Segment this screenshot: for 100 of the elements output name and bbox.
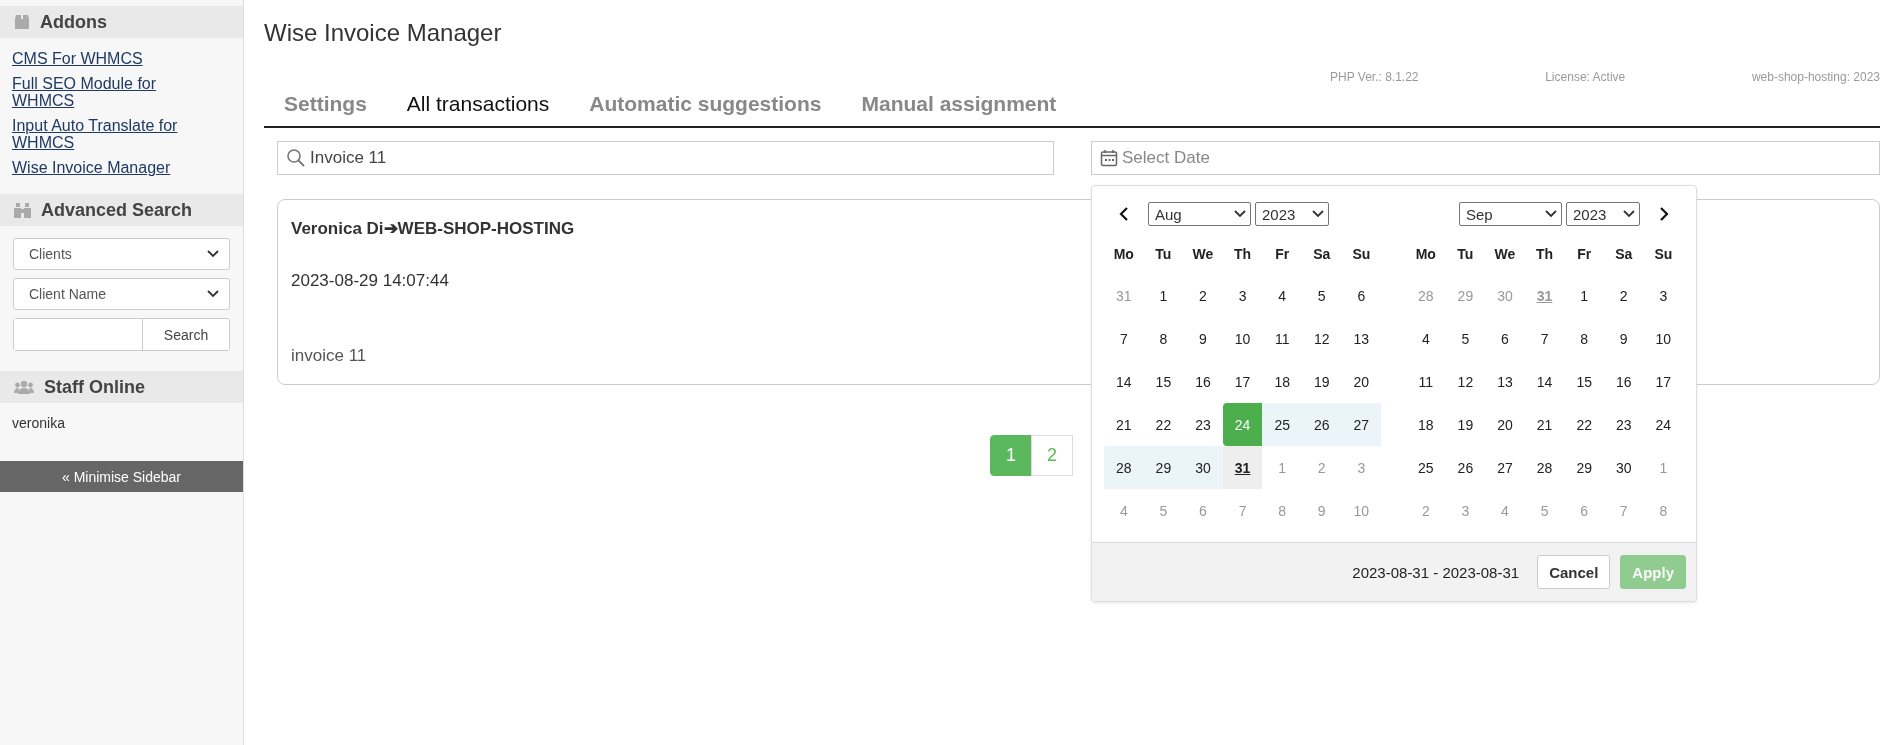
tab[interactable]: All transactions	[386, 92, 570, 126]
calendar-day[interactable]: 14	[1104, 360, 1144, 403]
addon-link[interactable]: Wise Invoice Manager	[12, 159, 203, 176]
calendar-day[interactable]: 5	[1445, 317, 1486, 360]
calendar-day[interactable]: 17	[1643, 360, 1684, 403]
search-input[interactable]: Search	[13, 318, 230, 351]
calendar-day[interactable]: 28	[1524, 446, 1565, 489]
calendar-day[interactable]: 22	[1564, 403, 1604, 446]
box-icon	[14, 15, 30, 29]
calendar-day[interactable]: 9	[1183, 317, 1223, 360]
transaction-note: invoice 11	[291, 346, 368, 366]
calendar-day[interactable]: 1	[1143, 274, 1184, 317]
tab[interactable]: Settings	[264, 92, 387, 126]
calendar-day[interactable]: 16	[1183, 360, 1223, 403]
staff-name: veronika	[11, 414, 66, 433]
calendar-day[interactable]: 15	[1143, 360, 1184, 403]
month-select[interactable]: Aug	[1148, 202, 1251, 226]
calendar-day[interactable]: 29	[1564, 446, 1604, 489]
weekday-label: Fr	[1274, 245, 1291, 264]
calendar-day[interactable]: 2	[1183, 274, 1223, 317]
calendar-day[interactable]: 12	[1445, 360, 1486, 403]
search-select[interactable]: Clients	[13, 238, 230, 270]
calendar-day[interactable]: 14	[1524, 360, 1565, 403]
calendar-day[interactable]: 2	[1603, 274, 1644, 317]
addon-link[interactable]: Input Auto Translate for WHMCS	[12, 117, 203, 151]
calendar-day[interactable]: 5	[1301, 274, 1342, 317]
date-input[interactable]: Select Date	[1122, 148, 1871, 168]
calendar-day[interactable]: 19	[1445, 403, 1486, 446]
calendar-day[interactable]: 6	[1485, 317, 1525, 360]
minimise-sidebar-button[interactable]: « Minimise Sidebar	[0, 461, 243, 492]
calendar-day[interactable]: 3	[1222, 274, 1263, 317]
search-icon	[286, 148, 306, 168]
calendar-day[interactable]: 20	[1341, 360, 1382, 403]
calendar-day[interactable]: 24	[1643, 403, 1684, 446]
calendar-day[interactable]: 4	[1262, 274, 1302, 317]
calendar-day[interactable]: 29	[1143, 446, 1184, 489]
calendar-day[interactable]: 13	[1341, 317, 1382, 360]
calendar-day[interactable]: 22	[1143, 403, 1184, 446]
calendar-day[interactable]: 18	[1262, 360, 1302, 403]
month-select[interactable]: Sep	[1459, 202, 1562, 226]
calendar-day[interactable]: 7	[1104, 317, 1144, 360]
weekday-label: Th	[1233, 245, 1253, 264]
calendar-day[interactable]: 6	[1341, 274, 1382, 317]
calendar-day[interactable]: 27	[1485, 446, 1525, 489]
calendar-icon	[1100, 149, 1118, 167]
year-select[interactable]: 2023	[1255, 202, 1329, 226]
chevron-down-icon	[1545, 210, 1557, 218]
calendar-day[interactable]: 30	[1183, 446, 1223, 489]
search-select[interactable]: Client Name	[13, 278, 230, 310]
calendar-day[interactable]: 10	[1222, 317, 1263, 360]
calendar-day[interactable]: 30	[1603, 446, 1644, 489]
cancel-button[interactable]: Cancel	[1537, 555, 1611, 589]
calendar-day[interactable]: 28	[1104, 446, 1144, 489]
calendar-day[interactable]: 26	[1445, 446, 1486, 489]
page-title: Wise Invoice Manager	[264, 18, 503, 48]
calendar-day[interactable]: 1	[1564, 274, 1604, 317]
search-button[interactable]: Search	[142, 319, 229, 350]
calendar-day[interactable]: 17	[1222, 360, 1263, 403]
calendar-day[interactable]: 11	[1406, 360, 1446, 403]
calendar-day[interactable]: 18	[1406, 403, 1446, 446]
chevron-down-icon	[207, 290, 219, 298]
addon-link[interactable]: Full SEO Module for WHMCS	[12, 75, 203, 109]
addon-link[interactable]: CMS For WHMCS	[12, 50, 203, 67]
tab[interactable]: Manual assignment	[841, 92, 1077, 126]
calendar-day[interactable]: 27	[1341, 403, 1382, 446]
calendar-day[interactable]: 13	[1485, 360, 1525, 403]
weekday-label: Sa	[1614, 245, 1634, 264]
search-field[interactable]: Invoice 11	[277, 141, 1054, 175]
calendar-day[interactable]: 7	[1524, 317, 1565, 360]
calendar-day[interactable]: 9	[1603, 317, 1644, 360]
calendar-day[interactable]: 23	[1603, 403, 1644, 446]
search-input[interactable]: Invoice 11	[310, 148, 1045, 168]
calendar-day[interactable]: 23	[1183, 403, 1223, 446]
calendar-day[interactable]: 20	[1485, 403, 1525, 446]
tab[interactable]: Automatic suggestions	[569, 92, 842, 126]
calendar-day[interactable]: 8	[1143, 317, 1184, 360]
binoculars-icon	[14, 202, 31, 218]
chevron-down-icon	[1312, 210, 1324, 218]
transaction-title: Veronica Di➔WEB-SHOP-HOSTING	[291, 218, 576, 239]
calendar-day[interactable]: 31	[1222, 446, 1263, 489]
year-select[interactable]: 2023	[1566, 202, 1640, 226]
calendar-day[interactable]: 4	[1406, 317, 1446, 360]
transaction-date: 2023-08-29 14:07:44	[291, 271, 450, 291]
calendar-day[interactable]: 19	[1301, 360, 1342, 403]
calendar-day[interactable]: 21	[1104, 403, 1144, 446]
calendar-day[interactable]: 21	[1524, 403, 1565, 446]
calendar-day[interactable]: 12	[1301, 317, 1342, 360]
weekday-label: Tu	[1154, 245, 1173, 264]
calendar-day[interactable]: 3	[1643, 274, 1684, 317]
calendar-day[interactable]: 25	[1406, 446, 1446, 489]
calendar-day[interactable]: 8	[1564, 317, 1604, 360]
chevron-right-icon	[1659, 206, 1669, 222]
calendar-day[interactable]: 11	[1262, 317, 1302, 360]
calendar-day[interactable]: 10	[1643, 317, 1684, 360]
calendar-day[interactable]: 25	[1262, 403, 1302, 446]
calendar-day[interactable]: 15	[1564, 360, 1604, 403]
calendar-day[interactable]: 16	[1603, 360, 1644, 403]
staff-online-header: Staff Online	[0, 371, 243, 403]
date-field[interactable]: Select Date	[1091, 141, 1880, 175]
calendar-day[interactable]: 26	[1301, 403, 1342, 446]
